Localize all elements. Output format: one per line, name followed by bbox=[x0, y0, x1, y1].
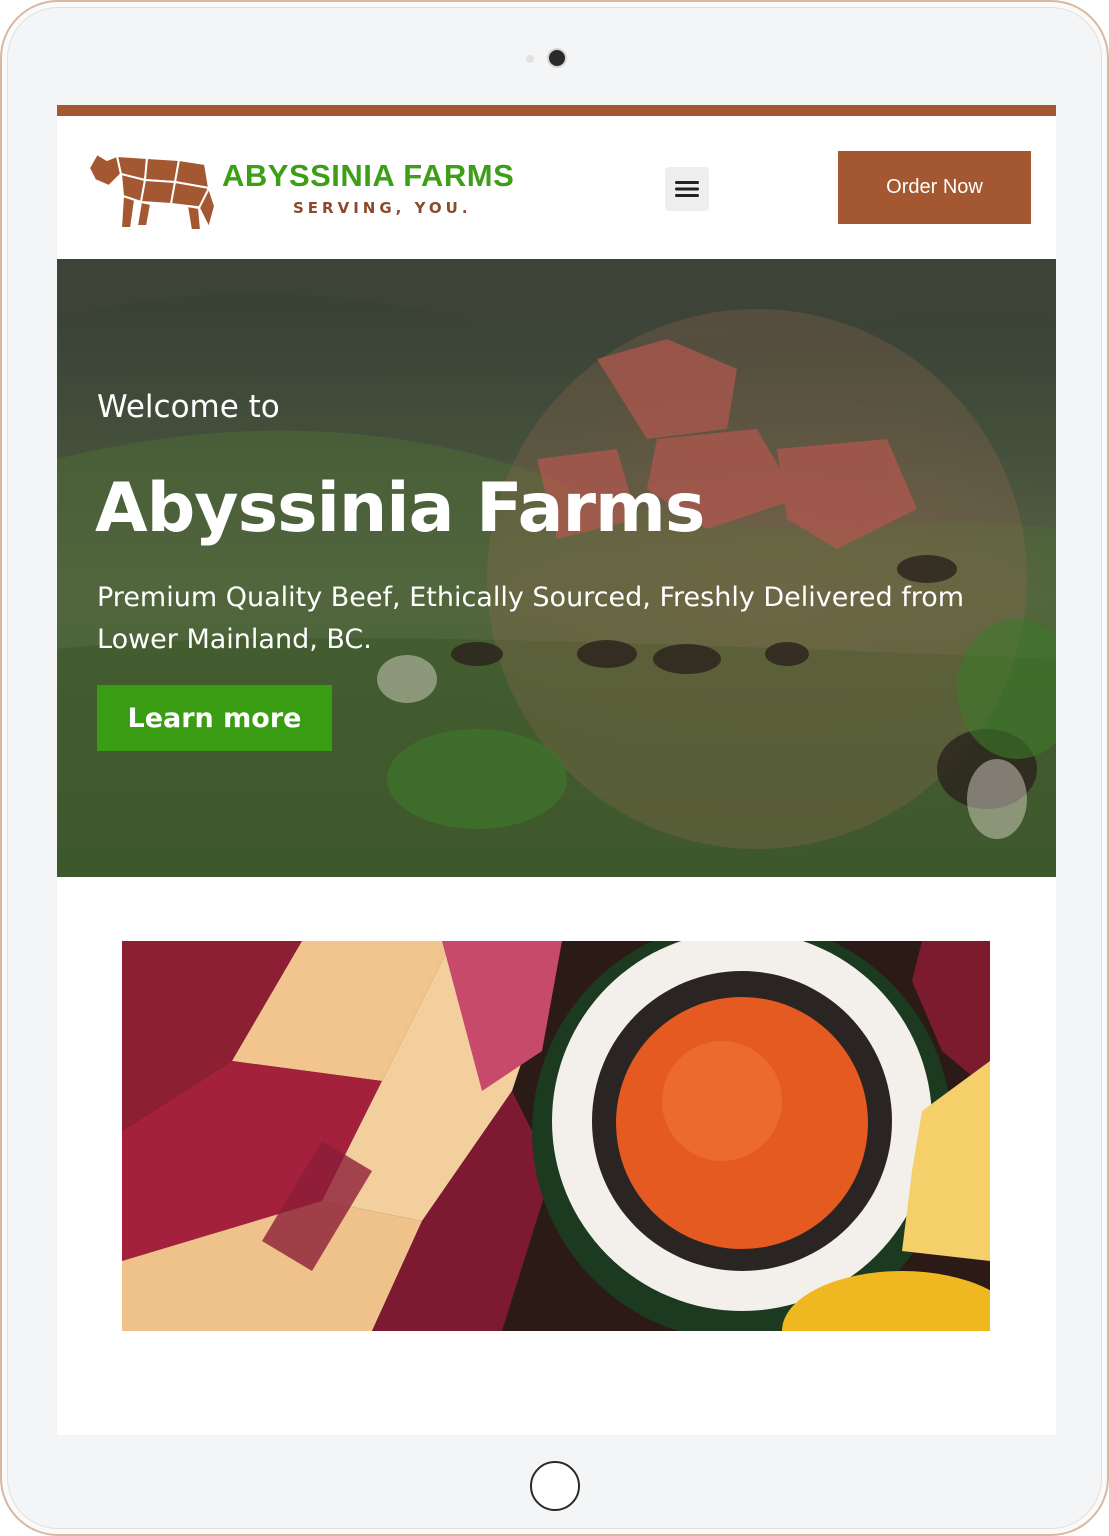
brand-name: ABYSSINIA FARMS bbox=[222, 158, 515, 193]
learn-more-button[interactable]: Learn more bbox=[97, 685, 332, 751]
cow-icon bbox=[88, 153, 216, 230]
hero-title: Abyssinia Farms bbox=[95, 469, 705, 548]
hero-subtitle: Premium Quality Beef, Ethically Sourced,… bbox=[97, 582, 965, 655]
top-accent-bar bbox=[57, 105, 1056, 116]
site-header: ABYSSINIA FARMS SERVING, YOU. Order Now bbox=[57, 116, 1056, 259]
browser-screen: ABYSSINIA FARMS SERVING, YOU. Order Now bbox=[57, 105, 1056, 1435]
hero-section: Welcome to Abyssinia Farms Premium Quali… bbox=[57, 259, 1056, 877]
hamburger-menu-button[interactable] bbox=[665, 167, 709, 211]
hero-background-image bbox=[57, 259, 1056, 877]
order-now-button[interactable]: Order Now bbox=[838, 151, 1031, 224]
beef-dish-image bbox=[122, 941, 990, 1331]
brand-logo[interactable]: ABYSSINIA FARMS SERVING, YOU. bbox=[87, 146, 547, 236]
beef-dish-photo bbox=[122, 941, 990, 1331]
hero-welcome-text: Welcome to bbox=[97, 389, 280, 425]
tablet-device-frame: ABYSSINIA FARMS SERVING, YOU. Order Now bbox=[0, 0, 1109, 1536]
brand-tagline: SERVING, YOU. bbox=[293, 199, 472, 217]
front-camera bbox=[549, 50, 565, 66]
sensor-dot bbox=[526, 55, 534, 63]
hamburger-menu-icon bbox=[675, 181, 699, 197]
home-button[interactable] bbox=[530, 1461, 580, 1511]
